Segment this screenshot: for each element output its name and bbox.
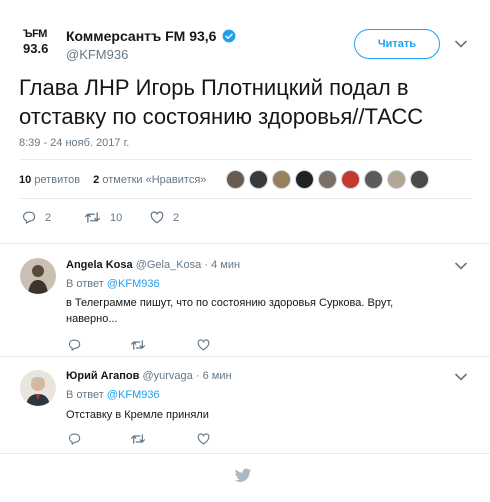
- reply-author-handle[interactable]: @Gela_Kosa: [136, 259, 202, 271]
- in-reply-to: В ответ @KFM936: [66, 389, 160, 401]
- logo-text-bottom: 93.6: [23, 41, 49, 56]
- chevron-down-icon[interactable]: [455, 373, 467, 381]
- reply-author[interactable]: Angela Kosa @Gela_Kosa · 4 мин: [66, 259, 240, 271]
- retweets-label[interactable]: ретвитов: [34, 174, 80, 186]
- reply-action[interactable]: 2: [22, 211, 51, 224]
- reply-count: 2: [45, 211, 52, 224]
- retweet-icon[interactable]: [130, 339, 146, 351]
- like-count: 2: [173, 211, 180, 224]
- reply-author[interactable]: Юрий Агапов @yurvaga · 6 мин: [66, 370, 232, 382]
- liker-avatars: [226, 170, 433, 190]
- reply-time[interactable]: · 6 мин: [196, 370, 232, 382]
- reply-icon: [22, 211, 36, 224]
- chevron-down-icon[interactable]: [455, 262, 467, 270]
- reply-text: Отставку в Кремле приняли: [66, 409, 209, 421]
- reply-tweet[interactable]: Юрий Агапов @yurvaga · 6 мин В ответ @KF…: [0, 358, 490, 454]
- in-reply-prefix: В ответ: [66, 278, 104, 290]
- verified-icon: [222, 29, 236, 43]
- in-reply-to: В ответ @KFM936: [66, 278, 160, 290]
- retweets-count[interactable]: 10: [19, 174, 31, 186]
- likes-count[interactable]: 2: [93, 174, 99, 186]
- reply-time[interactable]: · 4 мин: [204, 259, 240, 271]
- reply-author-name[interactable]: Юрий Агапов: [66, 370, 139, 382]
- liker-avatar[interactable]: [341, 170, 360, 189]
- retweet-icon: [84, 212, 101, 223]
- retweet-count: 10: [110, 211, 123, 224]
- likes-label[interactable]: отметки «Нравится»: [102, 174, 206, 186]
- reply-icon[interactable]: [68, 433, 81, 445]
- liker-avatar[interactable]: [295, 170, 314, 189]
- like-icon[interactable]: [197, 339, 210, 351]
- liker-avatar[interactable]: [364, 170, 383, 189]
- in-reply-link[interactable]: @KFM936: [107, 389, 160, 401]
- retweet-action[interactable]: 10: [84, 211, 122, 224]
- tweet-stats: 10 ретвитов 2 отметки «Нравится»: [19, 174, 206, 186]
- like-icon[interactable]: [197, 433, 210, 445]
- tweet-text: Глава ЛНР Игорь Плотницкий подал в отста…: [19, 75, 424, 129]
- reply-author-name[interactable]: Angela Kosa: [66, 259, 133, 271]
- in-reply-prefix: В ответ: [66, 389, 104, 401]
- liker-avatar[interactable]: [272, 170, 291, 189]
- chevron-down-icon[interactable]: [455, 40, 467, 48]
- follow-button[interactable]: Читать: [354, 29, 440, 59]
- divider: [19, 198, 472, 199]
- reply-icon[interactable]: [68, 339, 81, 351]
- liker-avatar[interactable]: [387, 170, 406, 189]
- in-reply-link[interactable]: @KFM936: [107, 278, 160, 290]
- liker-avatar[interactable]: [226, 170, 245, 189]
- reply-author-handle[interactable]: @yurvaga: [142, 370, 192, 382]
- avatar[interactable]: [20, 258, 56, 294]
- tweet-timestamp[interactable]: 8:39 - 24 нояб. 2017 г.: [19, 137, 129, 149]
- avatar[interactable]: [20, 370, 56, 406]
- reply-tweet[interactable]: Angela Kosa @Gela_Kosa · 4 мин В ответ @…: [0, 245, 490, 357]
- like-action[interactable]: 2: [150, 211, 179, 224]
- author-name[interactable]: Коммерсантъ FM 93,6: [66, 28, 216, 44]
- retweet-icon[interactable]: [130, 433, 146, 445]
- divider: [19, 159, 472, 160]
- twitter-bird-icon[interactable]: [234, 468, 252, 484]
- author-handle[interactable]: @KFM936: [66, 47, 128, 62]
- liker-avatar[interactable]: [410, 170, 429, 189]
- author-avatar[interactable]: ЪFM 93.6: [20, 28, 58, 58]
- main-tweet: ЪFM 93.6 Коммерсантъ FM 93,6 @KFM936 Чит…: [0, 0, 490, 244]
- liker-avatar[interactable]: [249, 170, 268, 189]
- like-icon: [150, 211, 164, 224]
- reply-text: в Телеграмме пишут, что по состоянию здо…: [66, 297, 394, 325]
- logo-text-top: ЪFM: [23, 28, 47, 40]
- liker-avatar[interactable]: [318, 170, 337, 189]
